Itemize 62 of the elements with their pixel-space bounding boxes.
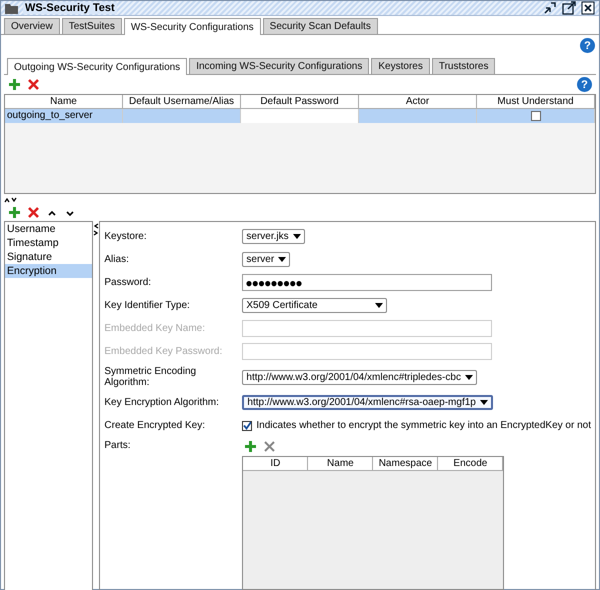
column-header[interactable]: Actor xyxy=(359,95,477,109)
column-header[interactable]: Name xyxy=(5,95,123,109)
tab[interactable]: Overview xyxy=(4,18,60,34)
field-label: Key Encryption Algorithm: xyxy=(104,397,220,408)
field-label: Keystore: xyxy=(104,231,148,242)
field-label: Symmetric Encoding Algorithm: xyxy=(104,366,198,388)
list-item[interactable]: Encryption xyxy=(5,264,92,278)
tab[interactable]: Security Scan Defaults xyxy=(262,18,378,34)
dropdown[interactable]: http://www.w3.org/2001/04/xmlenc#rsa-oaep-mgf1p xyxy=(242,395,493,410)
field-label: Create Encrypted Key: xyxy=(104,420,206,431)
column-header[interactable]: Namespace xyxy=(373,457,438,471)
collapse-arrows-icon[interactable] xyxy=(4,197,18,203)
close-icon[interactable] xyxy=(581,1,595,15)
column-header[interactable]: Must Understand xyxy=(477,95,595,109)
field-label: Alias: xyxy=(104,254,130,265)
delete-icon[interactable] xyxy=(263,440,276,453)
tab[interactable]: Outgoing WS-Security Configurations xyxy=(7,58,188,75)
caret-icon xyxy=(480,400,488,405)
list-item[interactable]: Username xyxy=(5,222,92,236)
column-header[interactable]: Encode xyxy=(438,457,504,471)
input-field[interactable]: ●●●●●●●●● xyxy=(242,274,492,291)
help-button[interactable]: ? xyxy=(577,77,592,92)
add-icon[interactable] xyxy=(8,206,21,219)
caret-icon xyxy=(464,374,473,380)
tab[interactable]: Incoming WS-Security Configurations xyxy=(189,58,370,74)
folder-icon xyxy=(5,2,18,14)
field-label: Parts: xyxy=(104,440,132,451)
delete-icon[interactable] xyxy=(27,206,40,219)
caret-icon xyxy=(375,303,384,308)
column-header[interactable]: Default Username/Alias xyxy=(123,95,241,109)
caret-icon xyxy=(292,234,301,239)
window-title: WS-Security Test xyxy=(23,2,117,14)
maximize-icon[interactable] xyxy=(562,1,576,15)
help-button[interactable]: ? xyxy=(580,38,595,53)
delete-icon[interactable] xyxy=(27,78,40,91)
add-icon[interactable] xyxy=(8,78,21,91)
dropdown[interactable]: X509 Certificate xyxy=(242,298,388,313)
add-icon[interactable] xyxy=(244,440,258,453)
dropdown[interactable]: http://www.w3.org/2001/04/xmlenc#tripledes-cbc xyxy=(242,370,477,384)
tab[interactable]: TestSuites xyxy=(62,18,122,34)
tab[interactable]: WS-Security Configurations xyxy=(124,18,261,35)
table-row[interactable]: outgoing_to_server xyxy=(5,109,595,123)
caret-icon xyxy=(278,257,286,262)
column-header[interactable]: Name xyxy=(308,457,374,471)
dropdown[interactable]: server xyxy=(242,252,290,267)
table-cell: outgoing_to_server xyxy=(5,109,123,123)
column-header[interactable]: ID xyxy=(243,457,308,471)
list-item[interactable]: Timestamp xyxy=(5,236,92,250)
list-item[interactable]: Signature xyxy=(5,250,92,264)
tab[interactable]: Keystores xyxy=(371,58,430,74)
checkbox-label: Indicates whether to encrypt the symmetric key into an EncryptedKey or not xyxy=(256,420,591,431)
field-label: Key Identifier Type: xyxy=(104,300,191,311)
collapse-arrows-icon[interactable] xyxy=(93,223,100,237)
column-header[interactable]: Default Password xyxy=(241,95,359,109)
field-label: Password: xyxy=(104,277,152,288)
minimize-icon[interactable] xyxy=(543,1,557,15)
field-label: Embedded Key Name: xyxy=(104,323,206,334)
dropdown[interactable]: server.jks xyxy=(242,229,305,244)
checkbox[interactable] xyxy=(242,420,252,430)
checkbox[interactable] xyxy=(530,111,540,121)
field-label: Embedded Key Password: xyxy=(104,346,224,357)
tab[interactable]: Truststores xyxy=(432,58,496,74)
